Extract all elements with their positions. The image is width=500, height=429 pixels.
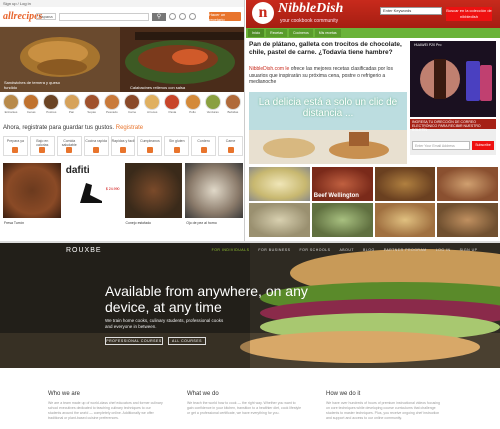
search-button[interactable]: Buscar en la colección de nibbledish xyxy=(446,7,492,21)
register-link[interactable]: Registrate xyxy=(116,125,143,131)
recipe-thumb[interactable] xyxy=(249,167,310,201)
category-item[interactable]: Pollo xyxy=(184,94,202,114)
info-column: How we do it We have over hundreds of ho… xyxy=(326,391,440,420)
category-item[interactable]: Pescado xyxy=(103,94,121,114)
email-input[interactable]: Enter Your Email Address xyxy=(412,141,470,150)
tagline: your cookbook community xyxy=(280,18,339,24)
filter-button[interactable]: Cumpleanos xyxy=(137,136,163,156)
tab-my-recipes[interactable]: Mis recetas xyxy=(314,29,341,37)
nibbledish-window: n NibbleDish your cookbook community Ent… xyxy=(246,0,500,241)
category-item[interactable]: Verduras xyxy=(204,94,222,114)
nav-for-business[interactable]: FOR BUSINESS xyxy=(258,248,290,252)
nav-for-individuals[interactable]: FOR INDIVIDUALS xyxy=(212,248,250,252)
hero-caption-right[interactable]: Calabacines rellenos con salsa xyxy=(130,85,190,90)
filter-button[interactable]: Cocina rapida xyxy=(83,136,109,156)
rouxbe-window: ROUXBE FOR INDIVIDUALS FOR BUSINESS FOR … xyxy=(0,241,500,429)
search-input[interactable]: Enter Keywords xyxy=(380,7,442,15)
filter-row: Prepara ya Bajo en calorias Comida salud… xyxy=(3,136,244,156)
hero-headline: Available from anywhere, on any device, … xyxy=(105,283,308,315)
rouxbe-logo[interactable]: ROUXBE xyxy=(66,247,102,254)
category-item[interactable]: Bebidas xyxy=(224,94,242,114)
promo-text: La delicia está a solo un clic de distan… xyxy=(258,97,398,119)
recipe-grid: Beef Wellington xyxy=(249,167,498,237)
category-item[interactable]: Postres xyxy=(42,94,60,114)
subscribe-button[interactable]: Subscribe xyxy=(472,141,494,150)
recipe-thumb[interactable] xyxy=(311,203,373,237)
recipe-thumb[interactable]: Beef Wellington xyxy=(311,167,373,201)
hero-caption-left[interactable]: Sandwiches de ternera y queso fundido xyxy=(4,80,64,90)
promo-banner[interactable]: La delicia está a solo un clic de distan… xyxy=(249,92,407,164)
nav-log-in[interactable]: LOG IN xyxy=(436,248,451,252)
category-item[interactable]: Sopas xyxy=(83,94,101,114)
nav-for-schools[interactable]: FOR SCHOOLS xyxy=(299,248,330,252)
nav-sign-up[interactable]: SIGN UP xyxy=(460,248,478,252)
search-icon: ⚲ xyxy=(156,14,162,20)
filter-button[interactable]: Sin gluten xyxy=(164,136,190,156)
filter-button[interactable]: Bajo en calorias xyxy=(29,136,55,156)
description: NibbleDish.com le ofrece las mejores rec… xyxy=(249,66,393,85)
filter-button[interactable]: Cordero xyxy=(191,136,217,156)
allrecipes-header: allrecipes Espana ⚲ Hacer un recetario xyxy=(0,7,244,27)
recipe-card[interactable]: Conejo estofado xyxy=(124,163,183,225)
professional-courses-button[interactable]: PROFESSIONAL COURSES xyxy=(105,337,163,345)
recipe-card[interactable]: Ojo de pez al horno xyxy=(185,163,243,225)
info-column: Who we are We are a team made up of worl… xyxy=(48,391,163,420)
category-item[interactable]: Carne xyxy=(123,94,141,114)
shoe-icon xyxy=(79,183,102,203)
nav-about[interactable]: ABOUT xyxy=(339,248,354,252)
filter-button[interactable]: Carne xyxy=(218,136,244,156)
allrecipes-window: Sign up / Log in allrecipes Espana ⚲ Hac… xyxy=(0,0,245,241)
site-link[interactable]: NibbleDish.com le xyxy=(249,66,289,72)
brand-name[interactable]: NibbleDish xyxy=(278,1,343,17)
hero-carousel[interactable]: Sandwiches de ternera y queso fundido Ca… xyxy=(0,27,244,92)
category-item[interactable]: Cenas xyxy=(22,94,40,114)
nav-blog[interactable]: BLOG xyxy=(363,248,375,252)
recipe-thumb[interactable] xyxy=(374,167,436,201)
ad-image xyxy=(410,41,496,117)
recipe-card[interactable]: Fresa Turrón xyxy=(3,163,61,225)
all-courses-button[interactable]: ALL COURSES xyxy=(168,337,206,345)
recipe-cards: Fresa Turrón dafiti $ 24.990 Conejo esto… xyxy=(3,163,243,225)
user-icon[interactable] xyxy=(169,13,176,20)
category-item[interactable]: Pasta xyxy=(163,94,181,114)
register-prompt: Ahora, registrate para guardar tus gusto… xyxy=(3,125,144,131)
filter-button[interactable]: Prepara ya xyxy=(3,136,28,156)
hero-lead: We train home cooks, culinary students, … xyxy=(105,318,224,329)
filter-button[interactable]: Comida saludable xyxy=(56,136,82,156)
recipe-thumb[interactable] xyxy=(437,203,498,237)
nibbledish-logo[interactable]: n xyxy=(252,2,274,24)
recipe-thumb[interactable] xyxy=(437,167,498,201)
recipe-thumb[interactable] xyxy=(249,203,310,237)
ad-brand: HUAWEI P20 Pro xyxy=(414,43,442,47)
filter-button[interactable]: Rapidas y facil xyxy=(110,136,136,156)
rouxbe-nav: ROUXBE FOR INDIVIDUALS FOR BUSINESS FOR … xyxy=(0,245,500,255)
tab-cooks[interactable]: Cocineros xyxy=(289,29,313,37)
signup-link[interactable]: Sign up / Log in xyxy=(0,0,244,7)
category-item[interactable]: Entrantes xyxy=(2,94,20,114)
info-column: What we do We teach the world how to coo… xyxy=(187,391,302,415)
heart-icon[interactable] xyxy=(189,13,196,20)
ad-price: $ 24.990 xyxy=(105,187,120,191)
country-select[interactable]: Espana xyxy=(36,13,56,20)
nibbledish-header: n NibbleDish your cookbook community Ent… xyxy=(246,0,500,28)
newsletter-label: INGRESA TU DIRECCIÓN DE CORREO ELECTRÓNI… xyxy=(410,119,496,132)
rouxbe-hero: ROUXBE FOR INDIVIDUALS FOR BUSINESS FOR … xyxy=(0,243,500,368)
ad-card[interactable]: dafiti $ 24.990 xyxy=(63,163,122,225)
notification-icon[interactable] xyxy=(179,13,186,20)
tab-recipes[interactable]: Recetas xyxy=(266,29,288,37)
category-item[interactable]: Pan xyxy=(63,94,81,114)
category-list: Entrantes Cenas Postres Pan Sopas Pescad… xyxy=(2,94,242,114)
nav-tabs: Inicio Recetas Cocineros Mis recetas xyxy=(246,28,500,38)
nav-partner-program[interactable]: PARTNER PROGRAM xyxy=(384,248,427,252)
dafiti-logo: dafiti xyxy=(65,165,90,176)
search-input[interactable] xyxy=(59,12,149,21)
allrecipes-logo[interactable]: allrecipes xyxy=(3,11,42,22)
phone-ad[interactable]: HUAWEI P20 Pro xyxy=(410,41,496,117)
headline: Pan de plátano, galleta con trocitos de … xyxy=(249,41,402,56)
recipe-box-button[interactable]: Hacer un recetario xyxy=(209,12,241,22)
category-item[interactable]: Arroces xyxy=(143,94,161,114)
tab-home[interactable]: Inicio xyxy=(248,29,265,37)
recipe-thumb[interactable] xyxy=(374,203,436,237)
search-button[interactable]: ⚲ xyxy=(152,12,166,21)
